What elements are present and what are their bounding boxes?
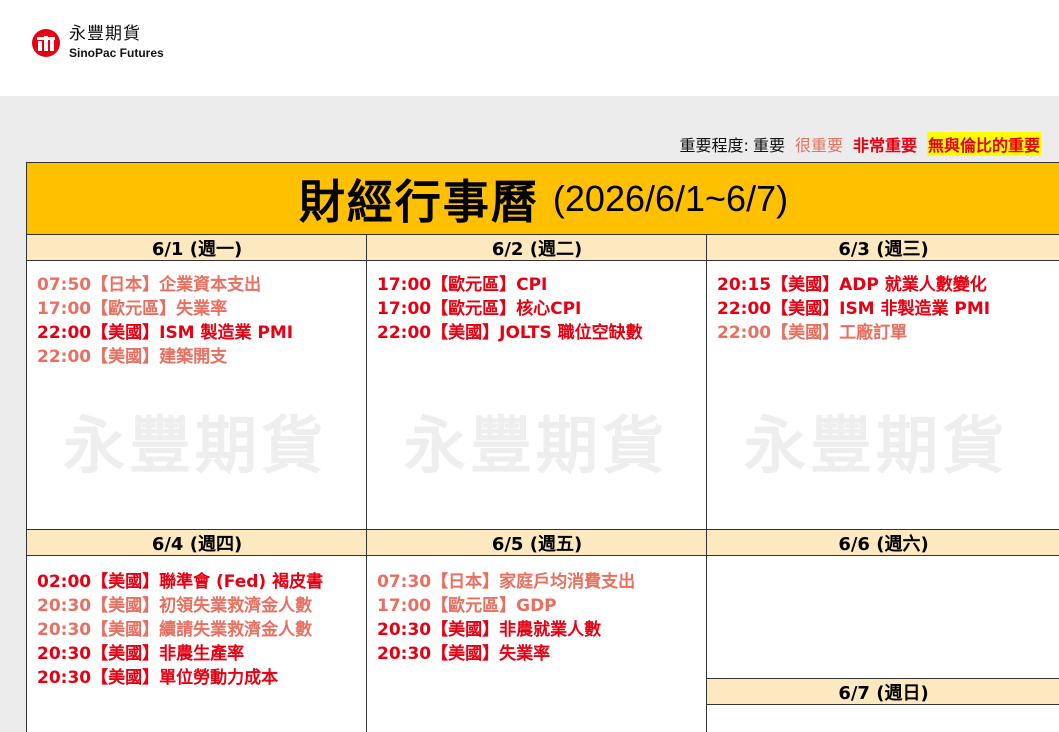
- event-item: 22:00【美國】JOLTS 職位空缺數: [377, 323, 643, 343]
- column-divider: [366, 235, 367, 732]
- day-header-thu: 6/4 (週四): [27, 530, 367, 556]
- day-header-sun: 6/7 (週日): [707, 679, 1059, 705]
- event-item: 20:15【美國】ADP 就業人數變化: [717, 275, 987, 295]
- day-header-wed: 6/3 (週三): [707, 235, 1059, 261]
- legend-level-3: 非常重要: [852, 136, 917, 155]
- event-item: 20:30【美國】單位勞動力成本: [37, 668, 279, 688]
- importance-legend: 重要程度: 重要 很重要 非常重要 無與倫比的重要: [680, 132, 1041, 156]
- event-item: 17:00【歐元區】失業率: [37, 299, 228, 319]
- brand-name-cn: 永豐期貨: [69, 24, 141, 44]
- legend-label: 重要程度:: [679, 136, 749, 155]
- day-header-sat: 6/6 (週六): [707, 530, 1059, 556]
- day-header-tue: 6/2 (週二): [367, 235, 707, 261]
- day-events-thu: 02:00【美國】聯準會 (Fed) 褐皮書 20:30【美國】初領失業救濟金人數…: [37, 570, 323, 690]
- brand-logo[interactable]: 永豐期貨 SinoPac Futures: [32, 26, 164, 59]
- calendar-date-range: (2026/6/1~6/7): [552, 177, 789, 219]
- legend-level-2: 很重要: [794, 136, 843, 155]
- event-item: 22:00【美國】ISM 非製造業 PMI: [717, 299, 991, 319]
- event-item: 20:30【美國】初領失業救濟金人數: [37, 596, 313, 616]
- legend-level-4: 無與倫比的重要: [926, 132, 1041, 156]
- column-divider: [706, 235, 707, 732]
- event-item: 22:00【美國】工廠訂單: [717, 323, 908, 343]
- event-item: 20:30【美國】非農生產率: [37, 644, 245, 664]
- watermark: 永豐期貨: [744, 409, 1009, 482]
- event-item: 22:00【美國】ISM 製造業 PMI: [37, 323, 294, 343]
- watermark: 永豐期貨: [404, 409, 669, 482]
- calendar-title-bar: 財經行事曆 (2026/6/1~6/7): [27, 163, 1059, 235]
- page-header: 永豐期貨 SinoPac Futures: [0, 0, 1059, 96]
- event-item: 20:30【美國】非農就業人數: [377, 620, 602, 640]
- event-item: 20:30【美國】續請失業救濟金人數: [37, 620, 313, 640]
- day-header-fri: 6/5 (週五): [367, 530, 707, 556]
- day-events-tue: 17:00【歐元區】CPI 17:00【歐元區】核心CPI 22:00【美國】JOL…: [377, 273, 643, 345]
- brand-name-en: SinoPac Futures: [69, 46, 164, 60]
- day-events-wed: 20:15【美國】ADP 就業人數變化 22:00【美國】ISM 非製造業 PMI…: [717, 273, 990, 345]
- event-item: 07:50【日本】企業資本支出: [37, 275, 262, 295]
- watermark: 永豐期貨: [63, 409, 328, 482]
- event-item: 07:30【日本】家庭戶均消費支出: [377, 572, 636, 592]
- event-item: 17:00【歐元區】核心CPI: [377, 299, 582, 319]
- event-item: 02:00【美國】聯準會 (Fed) 褐皮書: [37, 572, 324, 592]
- calendar-title: 財經行事曆: [298, 174, 539, 229]
- legend-level-1: 重要: [752, 136, 785, 155]
- event-item: 17:00【歐元區】CPI: [377, 275, 548, 295]
- event-item: 17:00【歐元區】GDP: [377, 596, 557, 616]
- day-events-fri: 07:30【日本】家庭戶均消費支出 17:00【歐元區】GDP 20:30【美國】非…: [377, 570, 635, 666]
- event-item: 22:00【美國】建築開支: [37, 347, 228, 367]
- brand-text: 永豐期貨 SinoPac Futures: [69, 24, 164, 60]
- day-events-mon: 07:50【日本】企業資本支出 17:00【歐元區】失業率 22:00【美國】ISM…: [37, 273, 293, 369]
- day-header-mon: 6/1 (週一): [27, 235, 367, 261]
- event-item: 20:30【美國】失業率: [377, 644, 551, 664]
- calendar-table: 財經行事曆 (2026/6/1~6/7) 永豐期貨 永豐期貨 永豐期貨 6/1 …: [26, 162, 1059, 732]
- sinopac-logo-icon: [32, 28, 60, 57]
